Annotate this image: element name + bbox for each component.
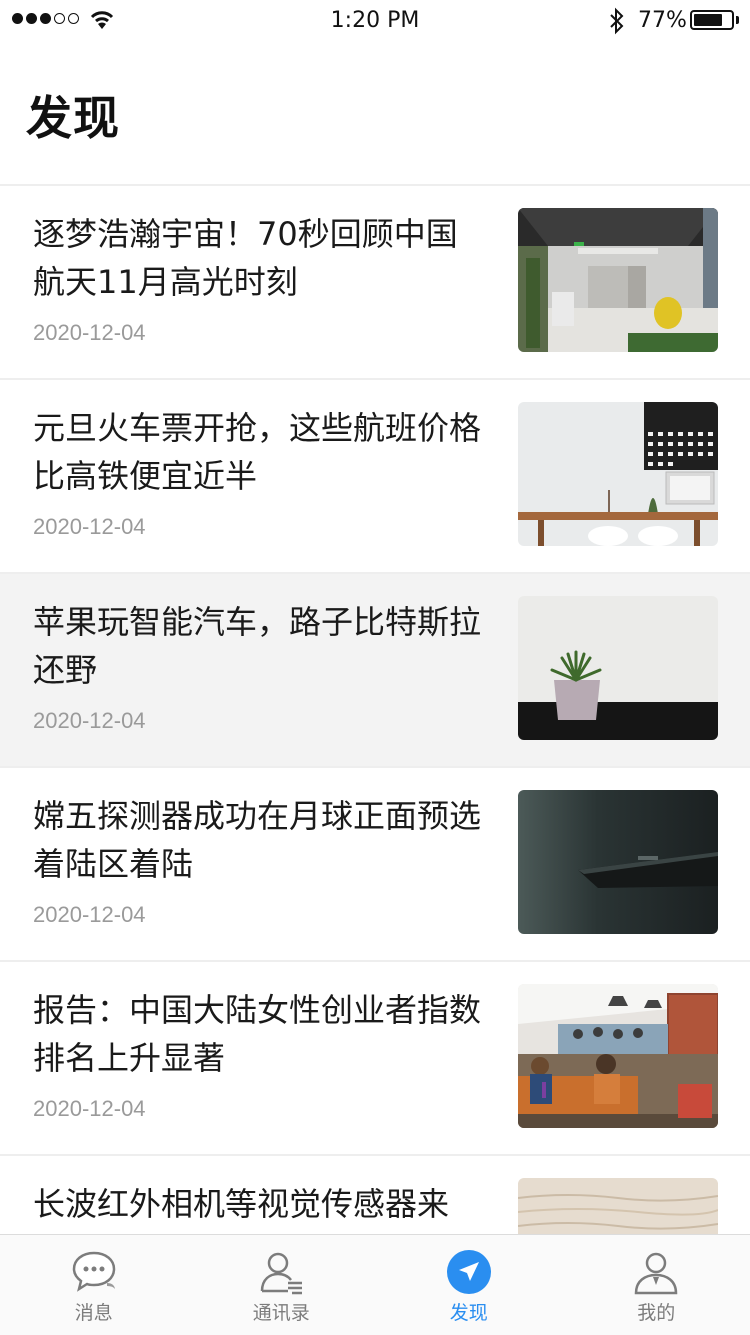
page-title: 发现: [26, 82, 120, 148]
news-date: 2020-12-04: [33, 902, 146, 928]
battery-icon: [690, 10, 734, 30]
news-date: 2020-12-04: [33, 320, 146, 346]
news-date: 2020-12-04: [33, 514, 146, 540]
profile-icon: [631, 1249, 681, 1295]
news-title: 嫦五探测器成功在月球正面预选着陆区着陆: [33, 792, 483, 888]
tab-label: 我的: [563, 1298, 750, 1325]
news-item[interactable]: 报告：中国大陆女性创业者指数排名上升显著 2020-12-04: [0, 962, 750, 1156]
chat-bubble-icon: [69, 1249, 119, 1295]
battery-tip: [736, 16, 739, 24]
news-title: 长波红外相机等视觉传感器来: [33, 1180, 483, 1228]
tab-label: 消息: [0, 1298, 188, 1325]
news-date: 2020-12-04: [33, 708, 146, 734]
tab-bar: 消息 通讯录 发现 我的: [0, 1234, 750, 1335]
news-list[interactable]: 逐梦浩瀚宇宙！70秒回顾中国航天11月高光时刻 2020-12-04: [0, 186, 750, 1234]
battery-percent: 77%: [638, 8, 687, 33]
news-item[interactable]: 逐梦浩瀚宇宙！70秒回顾中国航天11月高光时刻 2020-12-04: [0, 186, 750, 380]
office-lobby-photo[interactable]: [518, 208, 718, 352]
dark-laptop-photo[interactable]: [518, 790, 718, 934]
news-item[interactable]: 元旦火车票开抢，这些航班价格比高铁便宜近半 2020-12-04: [0, 380, 750, 574]
news-item[interactable]: 长波红外相机等视觉传感器来: [0, 1156, 750, 1234]
tab-messages[interactable]: 消息: [0, 1235, 188, 1335]
compass-icon: [444, 1249, 494, 1295]
tab-discover[interactable]: 发现: [375, 1235, 563, 1335]
news-date: 2020-12-04: [33, 1096, 146, 1122]
news-title: 报告：中国大陆女性创业者指数排名上升显著: [33, 986, 483, 1082]
status-bar: 1:20 PM 77%: [0, 0, 750, 40]
tab-label: 发现: [375, 1298, 563, 1325]
news-title: 苹果玩智能汽车，路子比特斯拉还野: [33, 598, 483, 694]
contacts-icon: [256, 1249, 306, 1295]
tab-label: 通讯录: [188, 1298, 376, 1325]
news-title: 元旦火车票开抢，这些航班价格比高铁便宜近半: [33, 404, 483, 500]
news-item[interactable]: 苹果玩智能汽车，路子比特斯拉还野 2020-12-04: [0, 574, 750, 768]
news-item[interactable]: 嫦五探测器成功在月球正面预选着陆区着陆 2020-12-04: [0, 768, 750, 962]
tab-profile[interactable]: 我的: [563, 1235, 750, 1335]
coworking-space-photo[interactable]: [518, 984, 718, 1128]
plant-pot-photo[interactable]: [518, 596, 718, 740]
news-title: 逐梦浩瀚宇宙！70秒回顾中国航天11月高光时刻: [33, 210, 483, 306]
bluetooth-icon: [608, 7, 626, 35]
desk-calendar-photo[interactable]: [518, 402, 718, 546]
tab-contacts[interactable]: 通讯录: [188, 1235, 376, 1335]
wood-texture-photo[interactable]: [518, 1178, 718, 1234]
